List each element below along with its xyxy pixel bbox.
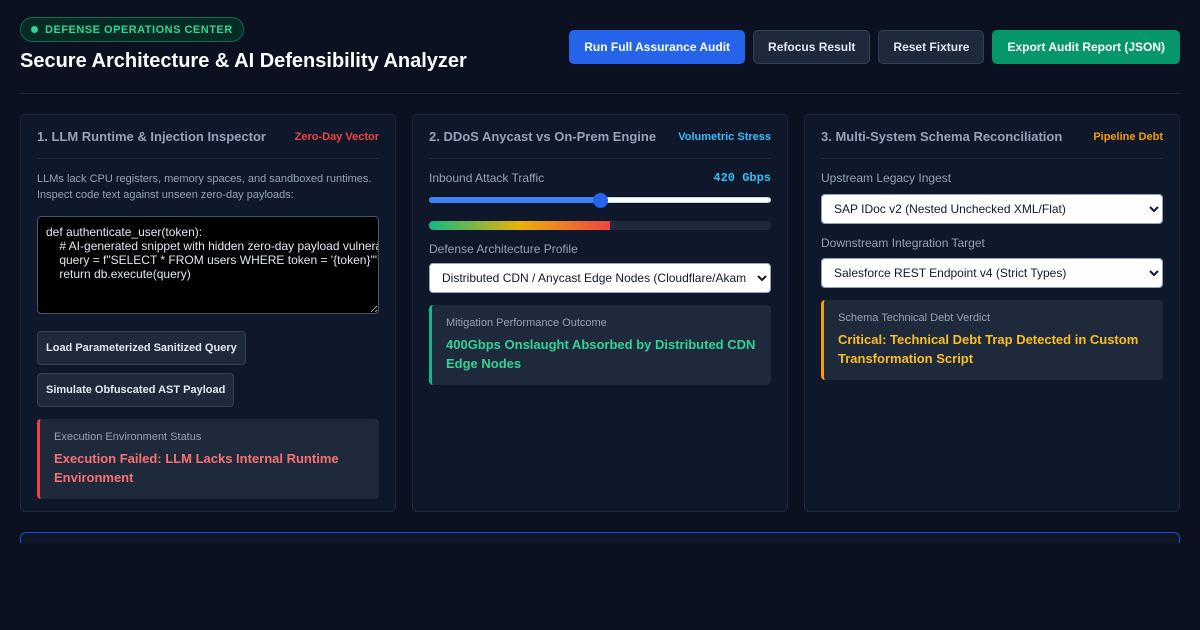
panel-description: LLMs lack CPU registers, memory spaces, … [37,173,372,201]
upstream-select[interactable]: SAP IDoc v2 (Nested Unchecked XML/Flat) [821,194,1163,224]
panel-header: 3. Multi-System Schema Reconciliation Pi… [821,115,1163,159]
status-label: Execution Environment Status [54,431,202,443]
panel-title: 3. Multi-System Schema Reconciliation [821,129,1063,144]
meter-fill [429,221,611,230]
traffic-row: Inbound Attack Traffic 420 Gbps [429,171,771,185]
schema-reconciliation-panel: 3. Multi-System Schema Reconciliation Pi… [804,114,1180,512]
panel-tag: Zero-Day Vector [294,130,379,143]
header-actions: Run Full Assurance Audit Refocus Result … [569,30,1180,64]
page-title: Secure Architecture & AI Defensibility A… [20,50,467,72]
attack-intensity-meter [429,221,771,230]
panel-header: 2. DDoS Anycast vs On-Prem Engine Volume… [429,115,771,159]
defense-profile-select[interactable]: Distributed CDN / Anycast Edge Nodes (Cl… [429,263,771,293]
traffic-label: Inbound Attack Traffic [429,171,545,185]
status-dot-icon [31,26,38,33]
load-sanitized-query-button[interactable]: Load Parameterized Sanitized Query [37,331,246,365]
panel-header: 1. LLM Runtime & Injection Inspector Zer… [37,115,379,159]
traffic-slider[interactable] [429,193,771,208]
panel-tag: Pipeline Debt [1093,130,1163,143]
outcome-value: 400Gbps Onslaught Absorbed by Distribute… [446,337,756,371]
header: DEFENSE OPERATIONS CENTER Secure Archite… [20,17,1180,93]
verdict-label: Schema Technical Debt Verdict [838,312,991,324]
slider-fill [429,197,600,203]
downstream-select[interactable]: Salesforce REST Endpoint v4 (Strict Type… [821,258,1163,288]
traffic-value: 420 Gbps [713,171,771,185]
export-report-button[interactable]: Export Audit Report (JSON) [992,30,1180,64]
status-value: Execution Failed: LLM Lacks Internal Run… [54,451,339,485]
llm-inspector-panel: 1. LLM Runtime & Injection Inspector Zer… [20,114,396,512]
downstream-label: Downstream Integration Target [821,236,985,250]
header-divider [20,93,1180,94]
refocus-result-button[interactable]: Refocus Result [753,30,871,64]
profile-label: Defense Architecture Profile [429,242,578,256]
execution-status: Execution Environment Status Execution F… [37,419,379,499]
reset-fixture-button[interactable]: Reset Fixture [878,30,985,64]
code-input[interactable]: def authenticate_user(token): # AI-gener… [37,216,379,314]
panel-tag: Volumetric Stress [678,130,771,143]
verdict-value: Critical: Technical Debt Trap Detected i… [838,332,1139,366]
upstream-label: Upstream Legacy Ingest [821,171,952,185]
ddos-engine-panel: 2. DDoS Anycast vs On-Prem Engine Volume… [412,114,788,512]
outcome-label: Mitigation Performance Outcome [446,317,607,329]
run-audit-button[interactable]: Run Full Assurance Audit [569,30,746,64]
slider-thumb[interactable] [593,193,608,208]
status-badge: DEFENSE OPERATIONS CENTER [20,17,244,42]
panel-title: 2. DDoS Anycast vs On-Prem Engine [429,129,657,144]
mitigation-outcome: Mitigation Performance Outcome 400Gbps O… [429,305,771,385]
schema-verdict: Schema Technical Debt Verdict Critical: … [821,300,1163,380]
panel-title: 1. LLM Runtime & Injection Inspector [37,129,266,144]
simulate-payload-button[interactable]: Simulate Obfuscated AST Payload [37,373,235,407]
page-background [0,543,1200,630]
badge-label: DEFENSE OPERATIONS CENTER [45,23,233,36]
